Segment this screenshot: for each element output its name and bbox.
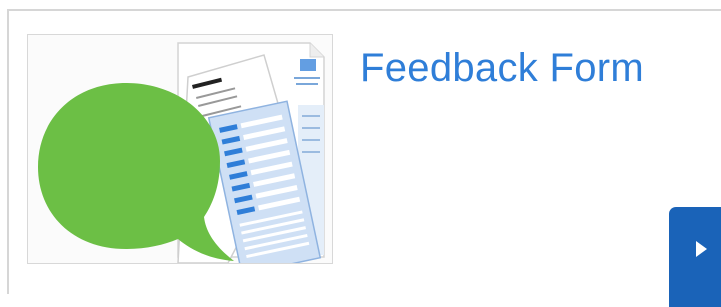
open-form-button[interactable]	[669, 207, 721, 307]
feedback-form-thumbnail[interactable]	[27, 34, 333, 264]
card-title[interactable]: Feedback Form	[360, 46, 644, 91]
play-arrow-icon	[696, 241, 707, 257]
feedback-illustration	[38, 42, 325, 263]
feedback-form-card[interactable]: Feedback Form	[7, 9, 721, 307]
